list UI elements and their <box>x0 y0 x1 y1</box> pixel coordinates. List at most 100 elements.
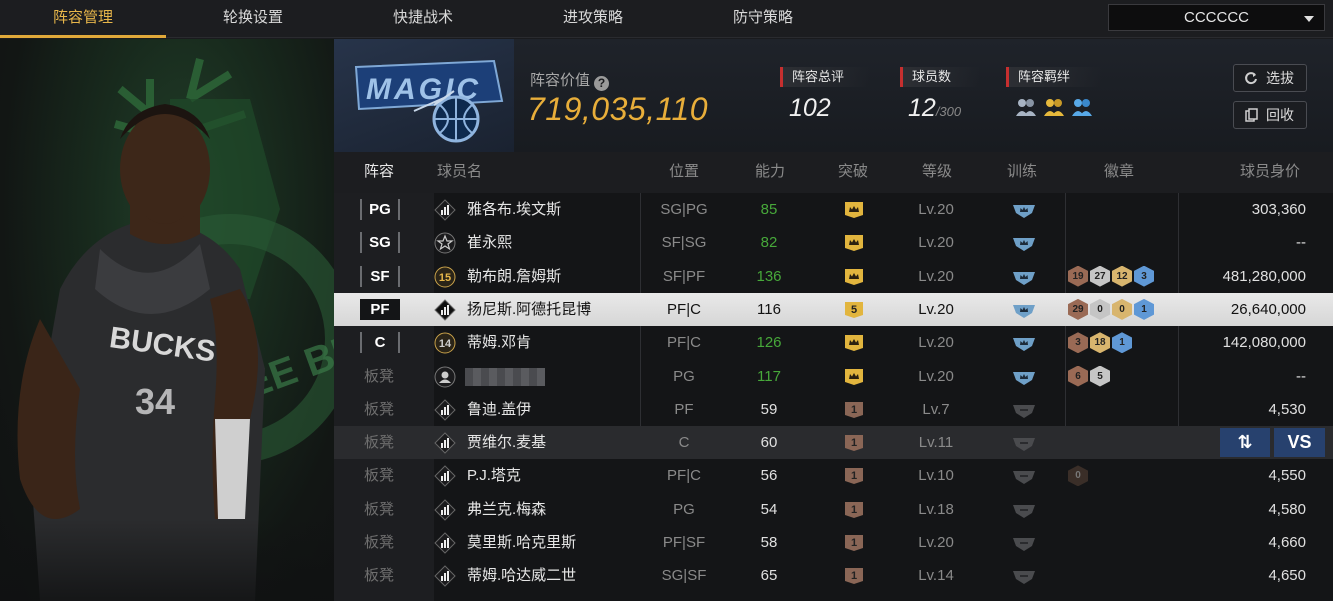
player-position: SF|PF <box>662 267 706 285</box>
table-row[interactable]: 板凳 P.J.塔克 PF|C 56 1 Lv.10 0 4,550 <box>334 459 1333 492</box>
table-row[interactable]: 板凳 弗兰克.梅森 PG 54 1 Lv.18 4,580 <box>334 493 1333 526</box>
training-icon[interactable] <box>1011 567 1037 585</box>
players-count: 12/300 <box>908 94 962 122</box>
player-position: PF|C <box>667 467 701 485</box>
player-ability: 85 <box>760 201 778 218</box>
player-price: 142,080,000 <box>1222 334 1306 352</box>
player-name[interactable]: 贾维尔.麦基 <box>467 426 546 459</box>
breakthrough-icon: 1 <box>845 535 863 551</box>
badge-hexagon: 29 <box>1068 298 1088 320</box>
breakthrough-icon: 1 <box>845 501 863 518</box>
bond-gold-icon[interactable] <box>1042 96 1066 118</box>
player-ability: 59 <box>760 400 778 418</box>
badge-hexagon: 3 <box>1134 265 1154 287</box>
training-icon[interactable] <box>1011 368 1037 386</box>
player-position: PF|C <box>667 300 701 318</box>
tab-quick-tactics[interactable]: 快捷战术 <box>340 0 506 38</box>
table-row[interactable]: 板凳贾维尔.麦基C601Lv.113⇅VS <box>334 426 1333 460</box>
breakthrough-icon: 1 <box>845 435 863 452</box>
col-name: 球员名 <box>437 163 483 180</box>
player-ability: 65 <box>760 567 778 585</box>
tab-defense[interactable]: 防守策略 <box>680 0 846 38</box>
badge-hexagon: 27 <box>1090 265 1110 287</box>
player-position: SG|SF <box>661 567 707 585</box>
swap-button[interactable]: ⇅ <box>1220 428 1270 458</box>
help-icon[interactable]: ? <box>594 76 610 91</box>
bench-label: 板凳 <box>364 434 395 452</box>
player-price: 26,640,000 <box>1230 300 1306 318</box>
player-position: PG <box>673 500 695 518</box>
table-row[interactable]: PG 雅各布.埃文斯 SG|PG 85 Lv.20 303,360 <box>334 193 1333 226</box>
training-icon[interactable] <box>1011 301 1037 319</box>
training-icon[interactable] <box>1011 268 1037 286</box>
training-icon[interactable] <box>1011 501 1037 519</box>
player-level: Lv.14 <box>918 567 954 585</box>
player-name[interactable]: 蒂姆.哈达威二世 <box>467 559 576 592</box>
player-name[interactable]: P.J.塔克 <box>467 459 521 492</box>
col-position: 位置 <box>669 163 700 180</box>
breakthrough-icon <box>845 368 863 385</box>
tab-rotation[interactable]: 轮换设置 <box>170 0 336 38</box>
team-select[interactable]: CCCCCC <box>1108 4 1325 31</box>
player-name[interactable]: 莫里斯.哈克里斯 <box>467 526 576 559</box>
table-row[interactable]: 板凳 莫里斯.哈克里斯 PF|SF 58 1 Lv.20 4,660 <box>334 526 1333 559</box>
breakthrough-value: 1 <box>851 404 857 416</box>
table-row[interactable]: 板凳 蒂姆.哈达威二世 SG|SF 65 1 Lv.14 4,650 <box>334 559 1333 592</box>
bond-label: 阵容羁绊 <box>1006 67 1102 87</box>
tab-lineup[interactable]: 阵容管理 <box>0 0 166 38</box>
breakthrough-icon: 1 <box>845 401 863 418</box>
training-icon[interactable] <box>1011 434 1037 452</box>
player-position: SF|SG <box>661 234 707 252</box>
training-icon[interactable] <box>1011 401 1037 419</box>
table-row[interactable]: C 14 蒂姆.邓肯 PF|C 126 Lv.20 3 18 1 142,080,000 <box>334 326 1333 359</box>
player-name[interactable]: 弗兰克.梅森 <box>467 493 546 526</box>
tab-offense[interactable]: 进攻策略 <box>510 0 676 38</box>
bench-label: 板凳 <box>364 400 395 418</box>
player-name[interactable]: 崔永熙 <box>467 226 512 259</box>
table-row[interactable]: 板凳 鲁迪.盖伊 PF 59 1 Lv.7 4,530 <box>334 393 1333 426</box>
table-row[interactable]: PF 扬尼斯.阿德托昆博 PF|C 116 5 Lv.20 29 0 0 1 26,640,000 <box>334 292 1333 326</box>
player-name[interactable]: 蒂姆.邓肯 <box>467 326 531 359</box>
player-price: 481,280,000 <box>1222 267 1306 285</box>
player-level: Lv.20 <box>918 234 954 252</box>
training-icon[interactable] <box>1011 234 1037 252</box>
pick-button[interactable]: 选拔 <box>1233 64 1307 92</box>
badge-hexagon: 0 <box>1090 298 1110 320</box>
player-ability: 136 <box>756 267 782 285</box>
player-position: PF|SF <box>662 534 706 551</box>
player-price: -- <box>1296 367 1306 385</box>
player-level: Lv.11 <box>918 434 954 452</box>
hidden-player-name <box>465 367 545 386</box>
table-row[interactable]: SF 15 勒布朗.詹姆斯 SF|PF 136 Lv.20 19 27 12 3 481,280,0… <box>334 260 1333 293</box>
player-name[interactable]: 鲁迪.盖伊 <box>467 393 531 426</box>
badge-hexagon: 12 <box>1112 265 1132 287</box>
player-position: PF|C <box>667 334 701 352</box>
bench-label: 板凳 <box>364 534 395 551</box>
signal-bars-icon <box>434 565 456 588</box>
col-breakthrough: 突破 <box>838 163 869 180</box>
roster-table: 阵容 球员名 位置 能力 突破 等级 训练 徽章 球员身价 PG 雅各布.埃文斯 S… <box>334 152 1333 601</box>
team-logo: MAGIC <box>334 39 514 152</box>
table-row[interactable]: 板凳 PG 117 Lv.20 6 5 -- <box>334 360 1333 393</box>
signal-bars-icon <box>434 199 456 221</box>
player-ability: 56 <box>760 467 778 485</box>
signal-bars-icon <box>434 532 456 554</box>
compare-vs-button[interactable]: VS <box>1274 428 1325 458</box>
training-icon[interactable] <box>1011 534 1037 552</box>
recycle-button[interactable]: 回收 <box>1233 101 1307 129</box>
bond-blue-icon[interactable] <box>1070 96 1094 118</box>
players-label: 球员数 <box>900 67 980 87</box>
bond-grey-icon[interactable] <box>1014 96 1038 118</box>
player-name[interactable]: 扬尼斯.阿德托昆博 <box>467 293 591 326</box>
player-name[interactable]: 勒布朗.詹姆斯 <box>467 260 561 293</box>
table-row[interactable]: SG 崔永熙 SF|SG 82 Lv.20 -- <box>334 226 1333 259</box>
player-name[interactable]: 雅各布.埃文斯 <box>467 193 561 226</box>
training-icon[interactable] <box>1011 201 1037 219</box>
badge-hexagon: 5 <box>1090 365 1110 387</box>
training-icon[interactable] <box>1011 334 1037 352</box>
training-icon[interactable] <box>1011 467 1037 485</box>
player-ability: 116 <box>757 300 781 318</box>
breakthrough-value: 5 <box>851 304 857 316</box>
player-ability: 117 <box>757 367 781 385</box>
col-training: 训练 <box>1007 163 1038 180</box>
